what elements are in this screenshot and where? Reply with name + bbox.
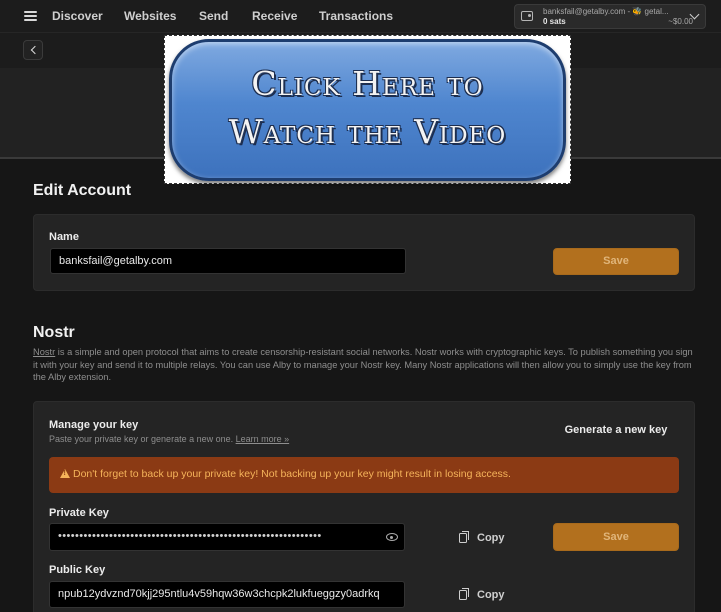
nostr-description: Nostr is a simple and open protocol that… — [33, 346, 693, 384]
backup-warning: Don't forget to back up your private key… — [49, 457, 679, 493]
copy-private-key-button[interactable]: Copy — [459, 531, 509, 547]
account-balance-sats: 0 sats — [543, 17, 566, 26]
copy-icon — [459, 531, 469, 543]
nav-transactions[interactable]: Transactions — [319, 9, 393, 23]
nav-discover[interactable]: Discover — [52, 9, 103, 23]
account-switcher[interactable]: banksfail@getalby.com - 🐝 getal... 0 sat… — [514, 4, 706, 29]
manage-key-subtitle: Paste your private key or generate a new… — [49, 434, 289, 444]
public-key-value: npub12ydvznd70kjj295ntlu4v59hqw36w3chcpk… — [58, 588, 380, 600]
edit-account-title: Edit Account — [33, 182, 132, 199]
learn-more-link[interactable]: Learn more » — [236, 434, 290, 444]
watch-video-overlay[interactable]: Click Here to Watch the Video — [164, 35, 571, 184]
edit-account-card: Name Save — [33, 214, 695, 291]
copy-icon — [459, 588, 469, 600]
account-balance-usd: ~$0.00 — [668, 17, 693, 26]
save-name-button[interactable]: Save — [553, 248, 679, 275]
name-input[interactable] — [50, 248, 406, 274]
copy-label: Copy — [477, 532, 505, 544]
private-key-value: ••••••••••••••••••••••••••••••••••••••••… — [58, 530, 322, 542]
nostr-title: Nostr — [33, 324, 75, 341]
private-key-label: Private Key — [49, 507, 109, 519]
public-key-label: Public Key — [49, 564, 106, 576]
menu-icon[interactable] — [24, 11, 37, 21]
backup-warning-text: Don't forget to back up your private key… — [73, 468, 511, 480]
manage-key-hint: Paste your private key or generate a new… — [49, 434, 236, 444]
warning-icon — [60, 469, 70, 478]
top-navigation: Discover Websites Send Receive Transacti… — [0, 0, 721, 32]
nav-websites[interactable]: Websites — [124, 9, 176, 23]
copy-public-key-button[interactable]: Copy — [459, 588, 509, 604]
generate-key-button[interactable]: Generate a new key — [560, 424, 672, 440]
nav-receive[interactable]: Receive — [252, 9, 297, 23]
nostr-description-text: is a simple and open protocol that aims … — [33, 347, 693, 382]
private-key-input[interactable]: ••••••••••••••••••••••••••••••••••••••••… — [49, 523, 405, 551]
save-private-key-button[interactable]: Save — [553, 523, 679, 551]
public-key-input[interactable]: npub12ydvznd70kjj295ntlu4v59hqw36w3chcpk… — [49, 581, 405, 608]
manage-key-title: Manage your key — [49, 419, 139, 431]
wallet-icon — [521, 11, 533, 21]
watch-video-button[interactable]: Click Here to Watch the Video — [169, 39, 566, 181]
nav-send[interactable]: Send — [199, 9, 228, 23]
nostr-link[interactable]: Nostr — [33, 347, 55, 357]
video-button-line-2: Watch the Video — [228, 112, 507, 151]
back-button[interactable] — [23, 40, 43, 60]
account-email: banksfail@getalby.com - 🐝 getal... — [543, 7, 669, 16]
copy-label: Copy — [477, 589, 505, 601]
video-button-line-1: Click Here to — [251, 64, 484, 103]
eye-icon[interactable] — [386, 533, 398, 541]
name-label: Name — [49, 231, 79, 243]
